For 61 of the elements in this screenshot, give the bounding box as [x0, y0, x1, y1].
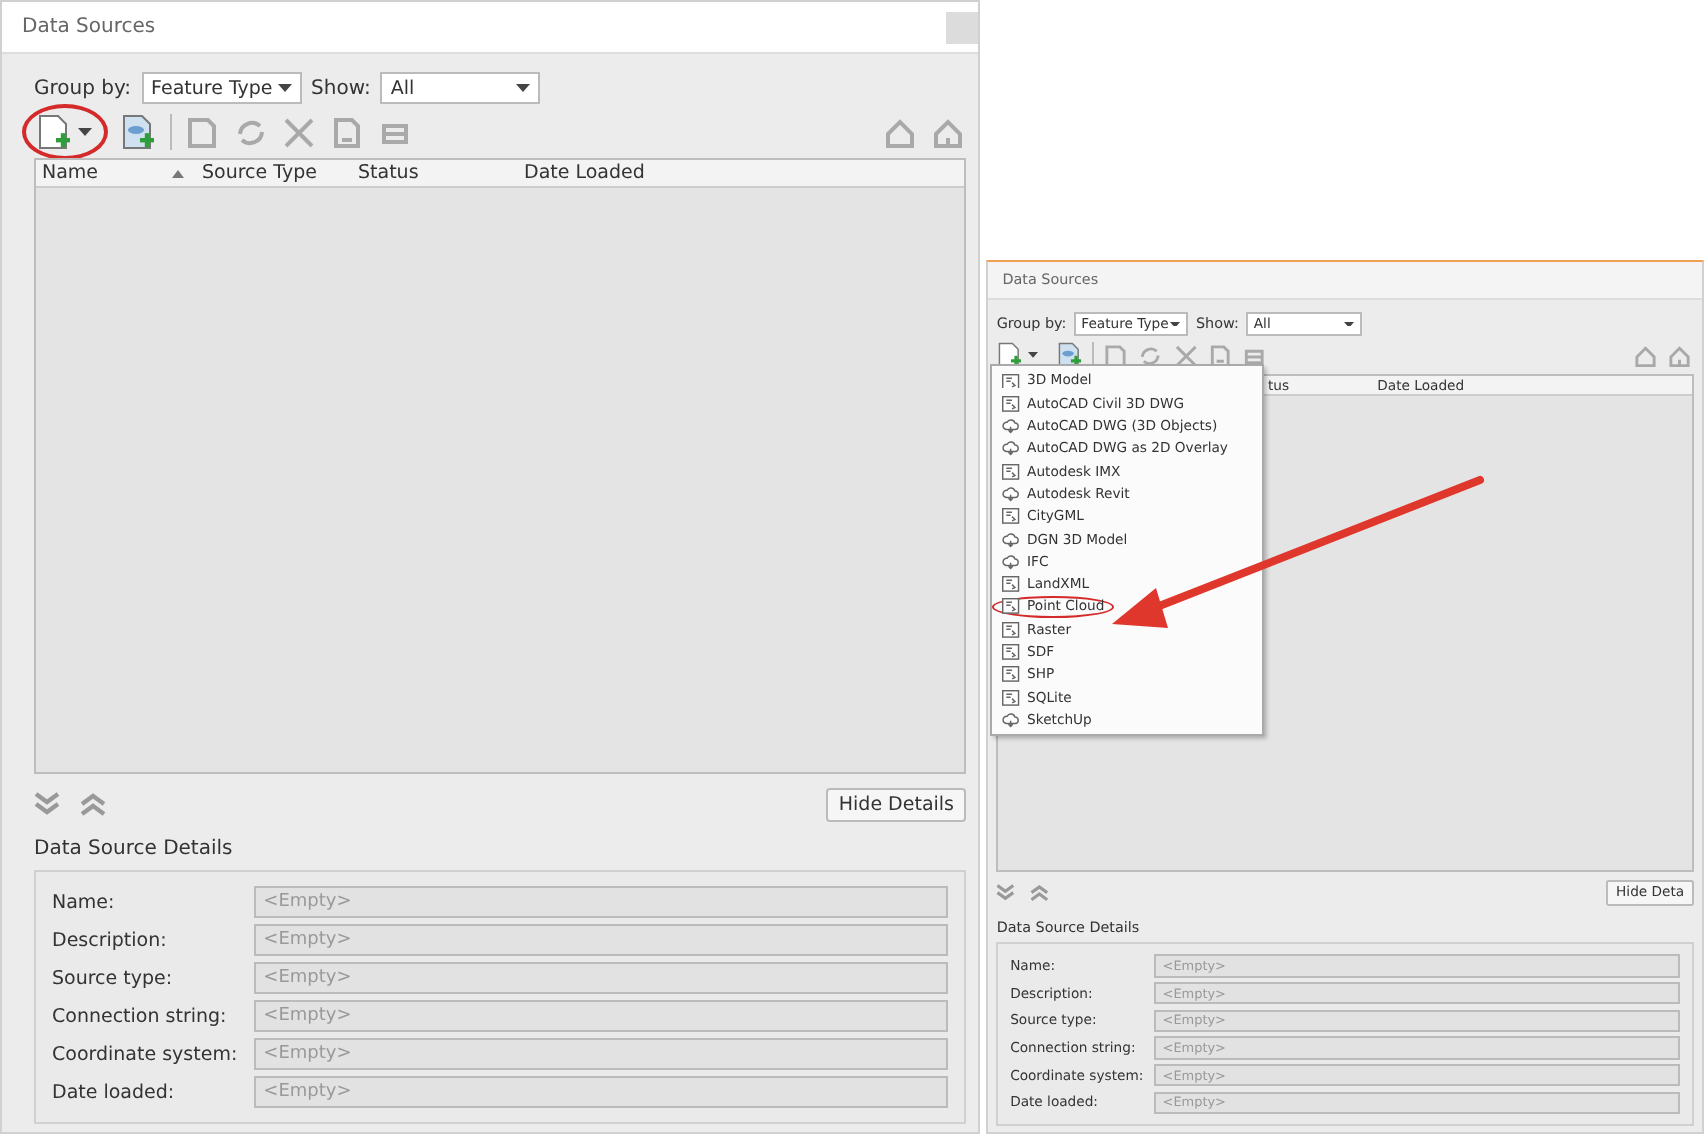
caret-icon[interactable] — [1343, 321, 1354, 327]
column-header[interactable]: Date Loaded — [518, 160, 964, 186]
cloud-icon — [1002, 486, 1020, 502]
file-icon — [1002, 644, 1020, 660]
caret-icon[interactable] — [78, 128, 92, 136]
house-icon[interactable] — [1634, 343, 1659, 368]
file-icon — [1002, 395, 1020, 412]
group-by-label: Group by: — [996, 314, 1067, 333]
field-label: Connection string: — [52, 1003, 229, 1031]
double-chevron-down-icon[interactable] — [34, 792, 60, 816]
refresh-icon[interactable] — [234, 115, 268, 149]
caret-icon[interactable] — [516, 84, 531, 92]
double-chevron-up-icon[interactable] — [80, 792, 106, 816]
caret-icon[interactable] — [1027, 352, 1038, 359]
document-icon[interactable] — [330, 115, 364, 149]
file-icon — [1002, 621, 1020, 638]
group-by-label: Group by: — [34, 77, 132, 99]
window-title: Data Sources — [1002, 270, 1099, 289]
details-heading: Data Source Details — [34, 838, 235, 860]
cloud-icon — [1002, 531, 1020, 547]
field-label: Coordinate system: — [52, 1041, 238, 1069]
house-icon[interactable] — [884, 115, 918, 149]
file-icon — [1002, 689, 1020, 706]
file-icon — [1002, 463, 1020, 480]
field-label: Source type: — [52, 965, 175, 993]
details-heading: Data Source Details — [996, 917, 1142, 936]
add-database-icon[interactable] — [122, 114, 156, 150]
column-header[interactable]: Status — [352, 160, 518, 186]
field-label: Description: — [52, 927, 169, 955]
double-chevron-up-icon[interactable] — [1029, 884, 1049, 902]
double-chevron-down-icon[interactable] — [996, 884, 1016, 902]
file-icon — [1002, 598, 1020, 615]
caret-icon[interactable] — [277, 84, 292, 92]
house-icon[interactable] — [1668, 343, 1694, 368]
column-header[interactable]: Name — [36, 160, 196, 186]
caret-icon[interactable] — [1170, 321, 1182, 327]
show-label: Show: — [311, 77, 371, 99]
document-icon[interactable] — [1207, 343, 1233, 368]
cloud-icon — [1002, 711, 1020, 728]
house-icon[interactable] — [932, 115, 966, 149]
file-icon — [1002, 373, 1020, 389]
cloud-icon — [1002, 553, 1020, 570]
new-document-icon[interactable] — [38, 114, 72, 150]
refresh-icon[interactable] — [1138, 343, 1164, 368]
field-label: Name: — [52, 889, 117, 917]
window-title: Data Sources — [22, 16, 156, 38]
delete-icon[interactable] — [282, 115, 316, 149]
document-icon[interactable] — [186, 115, 220, 149]
hide-details-button[interactable]: Hide Details — [826, 787, 966, 821]
column-header[interactable]: Source Type — [196, 160, 352, 186]
cloud-icon — [1002, 418, 1020, 435]
delete-icon[interactable] — [1173, 343, 1198, 368]
field-label: Date loaded: — [52, 1079, 177, 1107]
file-icon — [1002, 508, 1020, 525]
group-by-dropdown[interactable]: Feature Type — [141, 72, 302, 104]
file-icon — [1002, 576, 1020, 593]
cloud-icon — [1002, 440, 1020, 457]
file-icon — [1002, 666, 1020, 683]
show-label: Show: — [1195, 314, 1239, 333]
show-dropdown[interactable]: All — [380, 72, 541, 104]
close-button[interactable] — [946, 11, 978, 43]
